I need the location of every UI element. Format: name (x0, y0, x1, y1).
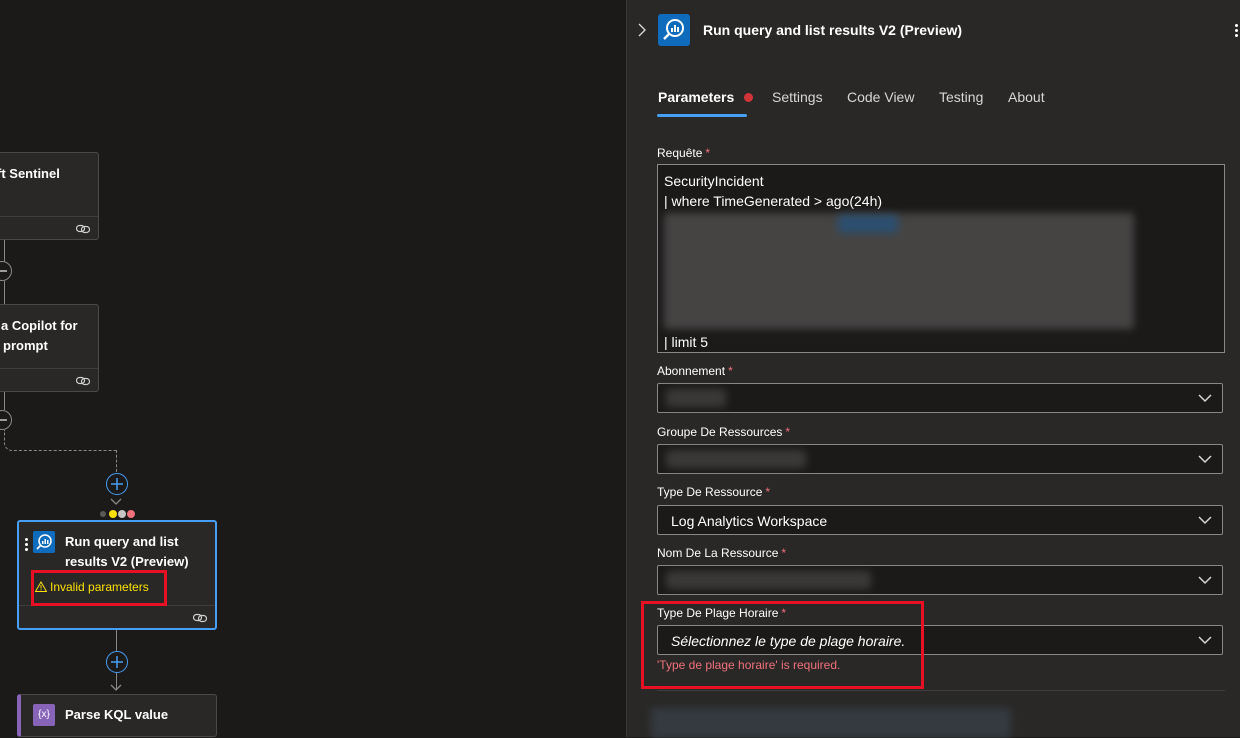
minus-icon (0, 419, 7, 421)
link-icon (193, 613, 207, 623)
chevron-down-icon (1198, 576, 1212, 585)
card-footer (19, 605, 215, 628)
dashed-connector (116, 450, 117, 472)
chevron-down-icon (1198, 516, 1212, 525)
section-divider (657, 690, 1225, 691)
connector-line (4, 240, 5, 262)
action-card-copilot[interactable]: a Copilot for prompt (0, 304, 99, 392)
redacted-value (666, 571, 871, 589)
action-card-title-line1: Run query and list (65, 534, 179, 549)
azure-monitor-logs-icon (658, 14, 690, 46)
query-label: Requête * (657, 146, 711, 160)
status-dot-gray (118, 510, 126, 518)
query-line: SecurityIncident (664, 173, 764, 189)
connector-line (116, 630, 117, 651)
redacted-query-text (664, 213, 1134, 329)
tab-code-view[interactable]: Code View (847, 87, 914, 107)
chevron-down-icon (1198, 394, 1212, 403)
add-step-button[interactable] (106, 651, 128, 673)
query-editor[interactable]: SecurityIncident | where TimeGenerated >… (657, 164, 1225, 353)
tab-about[interactable]: About (1008, 87, 1045, 107)
tab-parameters[interactable]: Parameters (658, 87, 754, 107)
collapse-circle-button[interactable] (0, 261, 12, 281)
query-line: | where TimeGenerated > ago(24h) (664, 193, 883, 209)
variable-icon: {x} (33, 704, 55, 726)
status-dots (100, 509, 136, 518)
error-dot (744, 93, 754, 102)
action-card-title-line1: a Copilot for (1, 318, 78, 333)
tab-testing[interactable]: Testing (939, 87, 983, 107)
link-icon (76, 224, 90, 234)
chevron-down-icon (1198, 455, 1212, 464)
arrow-down-icon (110, 498, 122, 505)
resource-type-value: Log Analytics Workspace (671, 513, 828, 529)
chevron-down-icon (1198, 636, 1212, 645)
redacted-query-text (838, 215, 898, 233)
tab-active-indicator (657, 114, 747, 117)
resource-name-dropdown[interactable] (657, 565, 1223, 595)
action-card-title-line2: prompt (3, 338, 48, 353)
action-card-title: Parse KQL value (65, 707, 169, 722)
action-card-title: ft Sentinel (0, 166, 60, 181)
highlight-box (31, 570, 167, 606)
variable-icon-text: {x} (38, 709, 50, 720)
status-dot-gray (100, 511, 106, 517)
designer-canvas[interactable]: ft Sentinel a Copilot for prompt Run que… (0, 0, 626, 737)
azure-monitor-logs-icon (33, 531, 55, 553)
link-icon (76, 376, 90, 386)
card-footer (0, 216, 98, 239)
collapse-circle-button[interactable] (0, 410, 12, 430)
redacted-section (651, 708, 1011, 738)
add-step-button[interactable] (106, 473, 128, 495)
drag-handle-icon[interactable] (25, 538, 28, 551)
highlight-box (641, 601, 924, 689)
action-card-title-line2: results V2 (Preview) (65, 554, 189, 569)
action-details-panel: Run query and list results V2 (Preview) … (626, 0, 1240, 738)
redacted-value (666, 389, 726, 407)
card-footer (0, 368, 98, 391)
plus-icon (111, 478, 123, 490)
resource-name-label: Nom De La Ressource * (657, 546, 787, 560)
panel-title: Run query and list results V2 (Preview) (703, 22, 963, 38)
chevron-right-icon[interactable] (637, 22, 647, 38)
minus-icon (0, 270, 7, 272)
resource-group-dropdown[interactable] (657, 444, 1223, 474)
action-card-parse-kql[interactable]: {x} Parse KQL value (17, 694, 217, 737)
resource-type-label: Type De Ressource * (657, 485, 771, 499)
redacted-value (666, 450, 806, 468)
more-options-icon[interactable] (1235, 24, 1238, 38)
resource-type-dropdown[interactable]: Log Analytics Workspace (657, 505, 1223, 535)
subscription-dropdown[interactable] (657, 383, 1223, 413)
action-card-sentinel[interactable]: ft Sentinel (0, 152, 99, 240)
status-dot-red (127, 510, 135, 518)
connector-line (4, 392, 5, 410)
subscription-label: Abonnement * (657, 364, 733, 378)
dashed-connector (4, 430, 117, 451)
plus-icon (111, 656, 123, 668)
tab-settings[interactable]: Settings (772, 87, 823, 107)
tab-label: Parameters (658, 89, 735, 105)
connector-line (4, 281, 5, 304)
resource-group-label: Groupe De Ressources * (657, 425, 791, 439)
arrow-down-icon (110, 684, 122, 691)
query-line: | limit 5 (664, 334, 709, 350)
status-dot-yellow (109, 510, 117, 518)
